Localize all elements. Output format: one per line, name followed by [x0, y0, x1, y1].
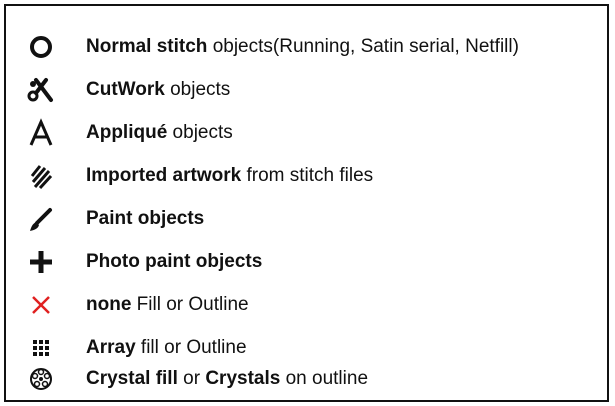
legend-item-imported-artwork: Imported artwork from stitch files: [6, 155, 606, 197]
legend-item-crystal: Crystal fill or Crystals on outline: [6, 358, 606, 400]
circle-outline-icon: [26, 32, 56, 62]
legend-item-none: none Fill or Outline: [6, 284, 606, 326]
legend-label: none Fill or Outline: [86, 294, 249, 315]
letter-a-icon: [26, 118, 56, 148]
legend-label: Crystal fill or Crystals on outline: [86, 368, 369, 389]
legend-item-photo-paint: Photo paint objects: [6, 241, 606, 283]
paint-brush-icon: [26, 204, 56, 234]
legend-item-applique: Appliqué objects: [6, 112, 606, 154]
scissors-icon: [26, 75, 56, 105]
plus-icon: [26, 247, 56, 277]
legend-item-cutwork: CutWork objects: [6, 69, 606, 111]
legend-label: Normal stitch objects(Running, Satin ser…: [86, 36, 519, 57]
hatched-artwork-icon: [26, 161, 56, 191]
crystal-icon: [26, 364, 56, 394]
legend-label: CutWork objects: [86, 79, 231, 100]
legend-item-paint: Paint objects: [6, 198, 606, 240]
red-x-icon: [26, 290, 56, 320]
legend-label: Photo paint objects: [86, 251, 263, 272]
legend-panel: Normal stitch objects(Running, Satin ser…: [4, 4, 609, 402]
legend-label: Appliqué objects: [86, 122, 233, 143]
legend-label: Paint objects: [86, 208, 205, 229]
legend-item-normal-stitch: Normal stitch objects(Running, Satin ser…: [6, 26, 606, 68]
legend-label: Imported artwork from stitch files: [86, 165, 374, 186]
